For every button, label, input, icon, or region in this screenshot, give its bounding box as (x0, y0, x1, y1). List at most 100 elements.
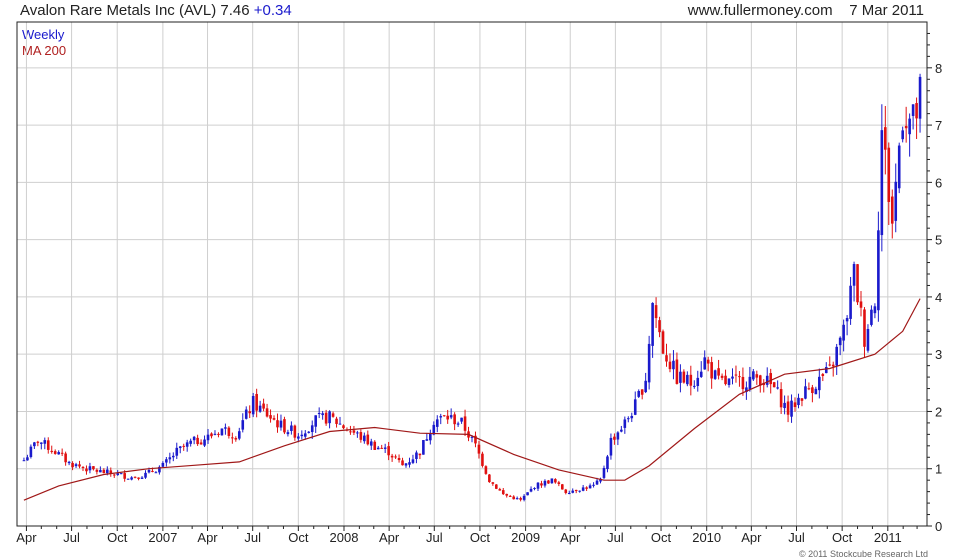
candle-body (71, 462, 74, 468)
candle-body (78, 464, 81, 467)
candle-body (748, 376, 752, 390)
candle-body (352, 430, 356, 433)
candle-body (484, 466, 488, 474)
candle-body (446, 415, 449, 420)
candle-body (380, 447, 383, 449)
candle-body (727, 378, 731, 385)
candle-body (88, 466, 92, 471)
x-tick-label: Oct (470, 530, 491, 545)
candle-body (540, 483, 543, 486)
x-tick-label: Jul (788, 530, 805, 545)
candle-body (137, 477, 140, 479)
candle-body (877, 230, 880, 311)
candle-body (366, 434, 370, 445)
candle-body (206, 434, 210, 441)
candle-body (699, 371, 703, 377)
candle-body (626, 418, 630, 420)
candle-body (852, 264, 856, 286)
candle-body (151, 470, 154, 472)
candle-body (828, 364, 832, 366)
plot-frame (16, 21, 928, 527)
candle-body (262, 403, 265, 409)
candle-body (314, 415, 318, 427)
candle-body (665, 355, 668, 362)
x-tick-label: Apr (741, 530, 762, 545)
candle-body (519, 498, 522, 500)
candle-body (786, 401, 790, 415)
candle-body (522, 495, 526, 500)
candle-body (564, 489, 568, 493)
y-tick-label: 1 (935, 462, 942, 477)
candle-body (203, 439, 206, 446)
candle-body (224, 427, 227, 429)
candle-body (630, 415, 634, 419)
candle-body (43, 440, 47, 444)
x-tick-label: Apr (16, 530, 37, 545)
candle-body (706, 359, 710, 364)
x-tick-label: Apr (560, 530, 581, 545)
candle-body (60, 452, 64, 454)
candle-body (50, 450, 54, 452)
candle-body (116, 473, 120, 476)
candle-body (442, 415, 446, 417)
candle-body (425, 439, 429, 441)
candle-body (95, 469, 99, 472)
candle-body (595, 480, 599, 485)
candle-body (411, 459, 415, 463)
x-tick-label: Oct (832, 530, 853, 545)
candle-body (140, 477, 144, 479)
candle-body (807, 388, 811, 390)
candle-body (481, 453, 484, 466)
candle-body (738, 376, 741, 378)
candle-body (248, 411, 252, 414)
candle-body (616, 432, 620, 440)
candle-body (130, 477, 133, 480)
candle-body (818, 376, 821, 391)
candle-body (317, 412, 321, 414)
y-tick-label: 7 (935, 118, 942, 133)
price-chart: Apr Jul Oct 2007 Apr Jul Oct 2008 Apr Jul Oct 2009 A… (16, 21, 942, 545)
candle-body (363, 435, 366, 442)
candle-body (57, 452, 60, 455)
candle-body (776, 387, 779, 389)
candle-body (154, 472, 158, 474)
candle-body (845, 318, 849, 322)
candle-body (175, 447, 179, 456)
candle-body (741, 376, 745, 390)
candle-body (824, 367, 828, 374)
candle-body (491, 482, 495, 484)
candle-body (765, 375, 769, 385)
candle-body (251, 395, 255, 415)
candle-body (602, 467, 606, 478)
x-tick-label: 2009 (511, 530, 540, 545)
candle-body (67, 461, 71, 464)
candle-body (244, 409, 248, 419)
candle-body (220, 428, 224, 436)
y-tick-label: 8 (935, 61, 942, 76)
candle-body (717, 368, 720, 376)
candle-body (293, 425, 297, 438)
candle-body (713, 370, 717, 379)
candle-body (838, 337, 842, 346)
candle-body (310, 425, 314, 433)
candle-body (408, 462, 411, 465)
candle-body (696, 377, 700, 387)
candle-body (106, 469, 109, 474)
candle-body (269, 415, 272, 419)
candle-body (297, 436, 300, 439)
candle-body (588, 485, 592, 489)
x-tick-label: Jul (63, 530, 80, 545)
candle-body (842, 324, 845, 341)
x-tick-label: 2010 (692, 530, 721, 545)
x-tick-label: Jul (426, 530, 443, 545)
candle-body (887, 147, 891, 202)
y-axis: 0 1 2 3 4 5 6 7 8 (927, 32, 942, 534)
x-tick-label: Jul (244, 530, 261, 545)
candle-body (620, 429, 623, 432)
candle-body (609, 437, 613, 456)
candle-body (286, 432, 290, 435)
candle-body (561, 484, 564, 490)
x-tick-label: 2011 (874, 530, 902, 545)
candle-body (915, 103, 918, 119)
candle-body (512, 496, 515, 500)
